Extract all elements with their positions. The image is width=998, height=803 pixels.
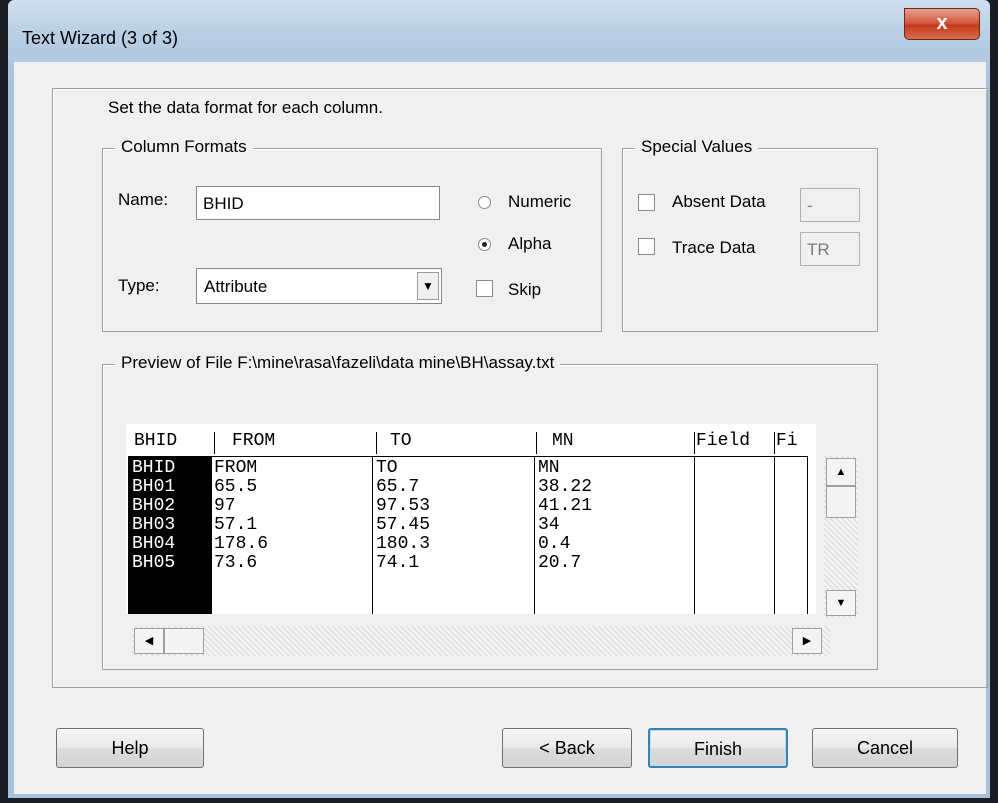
vertical-scroll-thumb[interactable] xyxy=(826,486,856,518)
grid-header-bhid[interactable]: BHID xyxy=(134,432,177,451)
column-line xyxy=(372,456,373,614)
grid-header-field[interactable]: Field xyxy=(696,432,750,451)
scroll-up-icon[interactable]: ▲ xyxy=(826,458,856,486)
close-button[interactable]: x xyxy=(904,8,980,40)
column-line xyxy=(694,456,695,614)
special-values-legend: Special Values xyxy=(635,137,759,157)
cell-to: 57.45 xyxy=(376,515,431,535)
cell-mn: 41.21 xyxy=(538,496,593,516)
horizontal-scroll-thumb[interactable] xyxy=(164,628,204,654)
column-line xyxy=(534,456,535,614)
back-button[interactable]: < Back xyxy=(502,728,632,768)
header-divider xyxy=(694,432,695,454)
horizontal-scrollbar[interactable] xyxy=(132,626,830,656)
name-field[interactable]: BHID xyxy=(196,186,440,220)
finish-button[interactable]: Finish xyxy=(648,728,788,768)
cell-mn: 20.7 xyxy=(538,553,582,573)
grid-header-from[interactable]: FROM xyxy=(232,432,275,451)
cell-from: 178.6 xyxy=(214,534,269,554)
cell-to: TO xyxy=(376,458,398,478)
cell-from: 73.6 xyxy=(214,553,258,573)
cell-to: 65.7 xyxy=(376,477,420,497)
grid-header-to[interactable]: TO xyxy=(390,432,412,451)
header-divider xyxy=(536,432,537,454)
cell-bhid: BH04 xyxy=(132,534,176,554)
cell-mn: MN xyxy=(538,458,560,478)
help-button[interactable]: Help xyxy=(56,728,204,768)
name-label: Name: xyxy=(118,190,169,209)
trace-data-field[interactable]: TR xyxy=(800,232,860,266)
trace-data-label[interactable]: Trace Data xyxy=(672,238,755,258)
dropdown-arrow-icon[interactable]: ▼ xyxy=(417,272,439,300)
alpha-radio[interactable] xyxy=(478,238,491,251)
cell-to: 97.53 xyxy=(376,496,431,516)
cell-bhid: BH01 xyxy=(132,477,176,497)
header-divider xyxy=(376,432,377,454)
type-select-value: Attribute xyxy=(204,277,268,296)
scroll-right-icon[interactable]: ▶ xyxy=(792,628,822,654)
grid-header-fi[interactable]: Fi xyxy=(776,432,798,451)
skip-label[interactable]: Skip xyxy=(508,280,541,300)
cell-bhid: BH05 xyxy=(132,553,176,573)
grid-header-mn[interactable]: MN xyxy=(552,432,574,451)
absent-data-field[interactable]: - xyxy=(800,188,860,222)
cancel-button[interactable]: Cancel xyxy=(812,728,958,768)
cell-mn: 38.22 xyxy=(538,477,593,497)
numeric-label[interactable]: Numeric xyxy=(508,192,571,212)
cell-bhid: BHID xyxy=(132,458,176,478)
skip-checkbox[interactable] xyxy=(476,280,493,297)
cell-mn: 0.4 xyxy=(538,534,571,554)
cell-from: 97 xyxy=(214,496,236,516)
window-title: Text Wizard (3 of 3) xyxy=(22,28,179,48)
scroll-left-icon[interactable]: ◀ xyxy=(134,628,164,654)
trace-data-checkbox[interactable] xyxy=(638,238,655,255)
cell-bhid: BH02 xyxy=(132,496,176,516)
preview-legend: Preview of File F:\mine\rasa\fazeli\data… xyxy=(115,353,561,373)
cell-bhid: BH03 xyxy=(132,515,176,535)
cell-from: 65.5 xyxy=(214,477,258,497)
header-divider xyxy=(774,432,775,454)
absent-data-label[interactable]: Absent Data xyxy=(672,192,766,212)
type-label: Type: xyxy=(118,276,160,295)
cell-mn: 34 xyxy=(538,515,560,535)
numeric-radio[interactable] xyxy=(478,196,491,209)
column-formats-legend: Column Formats xyxy=(115,137,253,157)
type-select[interactable]: Attribute ▼ xyxy=(196,268,442,304)
intro-text: Set the data format for each column. xyxy=(108,98,383,117)
column-line xyxy=(774,456,775,614)
cell-from: 57.1 xyxy=(214,515,258,535)
scroll-down-icon[interactable]: ▼ xyxy=(826,590,856,616)
cell-to: 180.3 xyxy=(376,534,431,554)
cell-from: FROM xyxy=(214,458,258,478)
absent-data-checkbox[interactable] xyxy=(638,194,655,211)
header-divider xyxy=(214,432,215,454)
cell-to: 74.1 xyxy=(376,553,420,573)
alpha-label[interactable]: Alpha xyxy=(508,234,551,254)
